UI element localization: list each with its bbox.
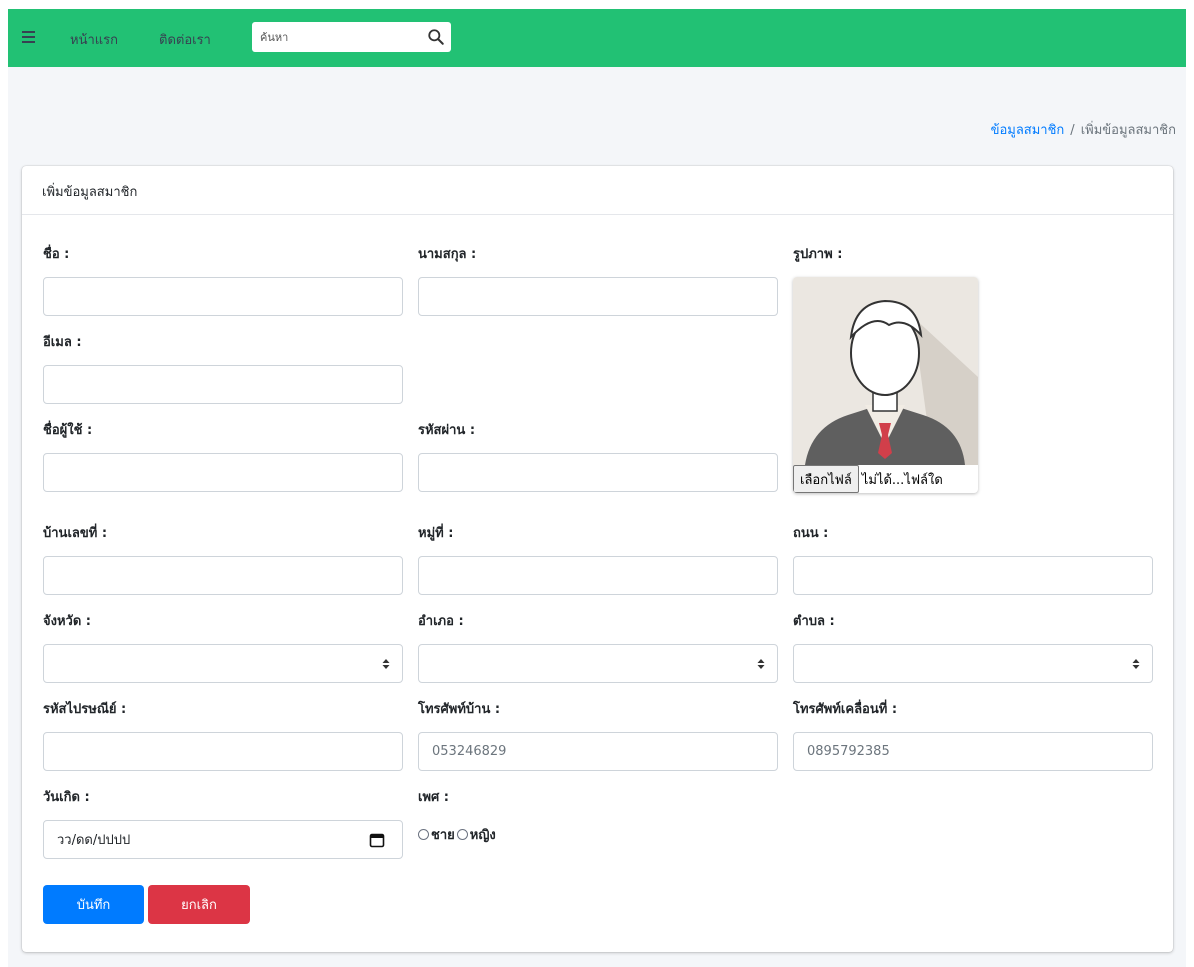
choose-file-button[interactable]: เลือกไฟล์ [793,465,859,493]
gender-male-radio[interactable] [418,829,429,840]
nav-link-home[interactable]: หน้าแรก [70,29,118,50]
subdistrict-label: ตำบล : [793,614,835,629]
road-label: ถนน : [793,526,829,541]
postal-code-label: รหัสไปรษณีย์ : [43,702,127,717]
username-label: ชื่อผู้ใช้ : [43,423,93,438]
first-name-input[interactable] [43,277,403,316]
search-icon[interactable] [427,28,445,46]
select-arrows-icon [757,658,765,669]
gender-label: เพศ : [418,790,449,805]
gender-female-label: หญิง [469,828,496,843]
photo-label: รูปภาพ : [793,247,843,262]
mobile-phone-label: โทรศัพท์เคลื่อนที่ : [793,702,898,717]
navbar: หน้าแรก ติดต่อเรา [8,9,1186,67]
email-input[interactable] [43,365,403,404]
password-label: รหัสผ่าน : [418,423,476,438]
file-input-row: เลือกไฟล์ ไม่ได้...ไฟล์ใด [793,465,978,493]
last-name-label: นามสกุล : [418,247,477,262]
road-input[interactable] [793,556,1153,595]
birthdate-value: วว/ดด/ปปปป [57,833,131,848]
member-form-card: เพิ่มข้อมูลสมาชิก ชื่อ : นามสกุล : รูปภา… [22,166,1173,952]
select-arrows-icon [382,658,390,669]
village-no-label: หมู่ที่ : [418,526,454,541]
province-select[interactable] [43,644,403,683]
password-input[interactable] [418,453,778,492]
username-input[interactable] [43,453,403,492]
village-no-input[interactable] [418,556,778,595]
save-button[interactable]: บันทึก [43,885,144,924]
search-box [252,22,451,52]
nav-link-contact[interactable]: ติดต่อเรา [159,29,211,50]
breadcrumb-link-members[interactable]: ข้อมูลสมาชิก [991,123,1065,138]
subdistrict-select[interactable] [793,644,1153,683]
home-phone-label: โทรศัพท์บ้าน : [418,702,501,717]
gender-male-label: ชาย [431,828,455,843]
search-input[interactable] [252,23,412,51]
breadcrumb-current: เพิ่มข้อมูลสมาชิก [1080,123,1176,138]
breadcrumb: ข้อมูลสมาชิก / เพิ่มข้อมูลสมาชิก [991,119,1176,140]
birthdate-input[interactable]: วว/ดด/ปปปป [43,820,403,859]
avatar-placeholder-image [793,277,978,465]
birthdate-label: วันเกิด : [43,790,90,805]
card-title: เพิ่มข้อมูลสมาชิก [22,166,1173,215]
gender-female-radio[interactable] [456,829,468,840]
breadcrumb-separator: / [1070,123,1075,138]
email-label: อีเมล : [43,335,82,350]
hamburger-menu-icon[interactable] [22,28,42,48]
select-arrows-icon [1132,658,1140,669]
photo-preview: เลือกไฟล์ ไม่ได้...ไฟล์ใด [793,277,978,493]
postal-code-input[interactable] [43,732,403,771]
province-label: จังหวัด : [43,614,92,629]
district-select[interactable] [418,644,778,683]
calendar-icon[interactable] [369,832,385,848]
file-status-text: ไม่ได้...ไฟล์ใด [861,472,943,488]
home-phone-input[interactable] [418,732,778,771]
last-name-input[interactable] [418,277,778,316]
gender-radio-group: ชาย หญิง [418,824,498,845]
first-name-label: ชื่อ : [43,247,70,262]
mobile-phone-input[interactable] [793,732,1153,771]
district-label: อำเภอ : [418,614,464,629]
house-no-input[interactable] [43,556,403,595]
house-no-label: บ้านเลขที่ : [43,526,108,541]
page: หน้าแรก ติดต่อเรา ข้อมูลสมาชิก / เพิ่มข้อม… [8,9,1186,967]
cancel-button[interactable]: ยกเลิก [148,885,250,924]
